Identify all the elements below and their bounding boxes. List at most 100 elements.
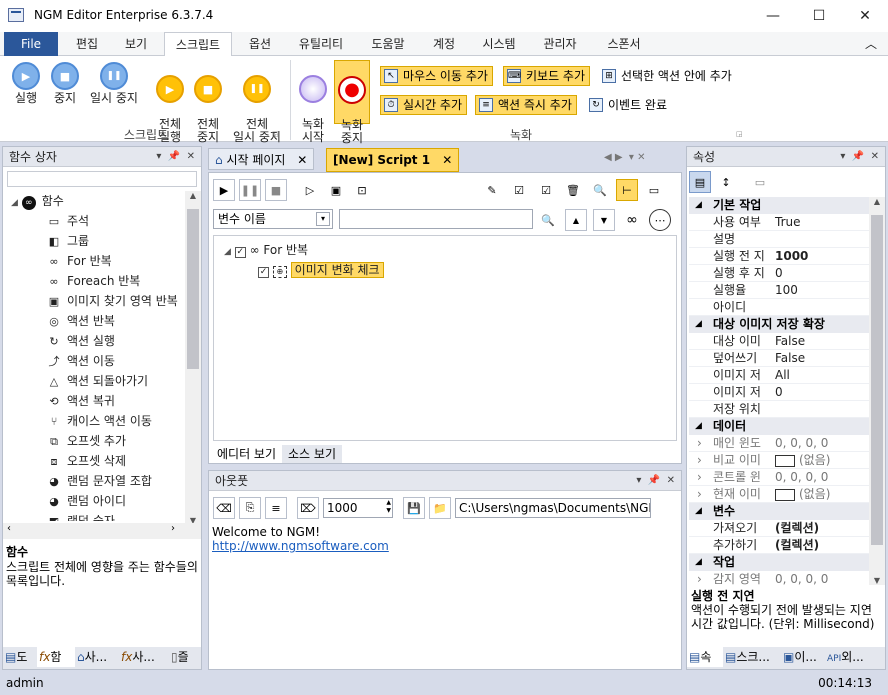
property-category[interactable]: ◢ 데이터 [689,418,869,435]
scroll-down-icon[interactable]: ▼ [869,576,885,585]
function-item[interactable]: ⤴ 액션 이동 [3,351,185,371]
function-item[interactable]: ◎ 액션 반복 [3,311,185,331]
property-value[interactable]: (없음) [775,486,830,503]
property-value[interactable]: 0, 0, 0, 0 [775,435,828,452]
play-box-icon[interactable]: ▣ [325,179,347,201]
panel-controls[interactable]: ▾ 📌 ✕ [156,147,195,167]
tab-source-view[interactable]: 소스 보기 [282,445,342,463]
property-value[interactable]: False [775,350,805,367]
property-row[interactable]: 실행 후 지 0 [689,265,869,282]
add-action-now-button[interactable]: ≡ 액션 즉시 추가 [475,95,577,115]
add-realtime-button[interactable]: ⏱ 실시간 추가 [380,95,468,115]
function-item[interactable]: △ 액션 되돌아가기 [3,371,185,391]
function-item[interactable]: ▣ 이미지 찾기 영역 반복 [3,291,185,311]
pause-icon[interactable]: ❚❚ [239,179,261,201]
property-value[interactable]: 0 [775,384,783,401]
stop-icon[interactable]: ■ [265,179,287,201]
add-inside-action-button[interactable]: ⊞ 선택한 액션 안에 추가 [598,66,737,86]
step-icon[interactable]: ▷ [299,179,321,201]
property-row[interactable]: 사용 여부 True [689,214,869,231]
property-category[interactable]: ◢ 변수 [689,503,869,520]
property-row[interactable]: › 비교 이미 (없음) [689,452,869,469]
property-value[interactable]: (컬렉션) [775,537,819,554]
menu-options[interactable]: 옵션 [238,32,282,56]
vertical-scrollbar[interactable]: ▲ ▼ [869,197,885,585]
tab-script-1[interactable]: [New] Script 1 ✕ [326,148,460,172]
property-value[interactable]: 1000 [775,248,808,265]
property-value[interactable]: (없음) [775,452,830,469]
dialog-launcher-icon[interactable]: ◲ [736,130,743,138]
property-row[interactable]: 이미지 저 0 [689,384,869,401]
expand-icon[interactable]: › [697,486,702,503]
scroll-left-icon[interactable]: ‹ [7,523,11,534]
menu-help[interactable]: 도움말 [360,32,416,56]
tab-toolbox[interactable]: ▤도 [3,647,37,667]
collapse-ribbon-icon[interactable]: ︿ [860,32,882,56]
property-row[interactable]: › 콘트롤 윈 0, 0, 0, 0 [689,469,869,486]
tab-properties[interactable]: ▤속 [687,647,723,667]
record-stop-button[interactable]: ● 녹화 중지 [334,60,370,145]
tab-nav-icons[interactable]: ◀ ▶ ▾ ✕ [604,152,646,163]
function-item[interactable]: ↻ 액션 실행 [3,331,185,351]
chevron-down-icon[interactable]: ▾ [316,212,330,226]
menu-edit[interactable]: 편집 [64,32,110,56]
search-icon[interactable]: 🔍 [537,209,559,231]
property-value[interactable]: 0, 0, 0, 0 [775,571,828,585]
collapse-icon[interactable]: ◢ [695,316,702,333]
property-category[interactable]: ◢ 대상 이미지 저장 확장 [689,316,869,333]
function-item[interactable]: ∞ Foreach 반복 [3,271,185,291]
property-value[interactable]: False [775,333,805,350]
property-row[interactable]: › 현재 이미 (없음) [689,486,869,503]
menu-file[interactable]: File [4,32,58,56]
move-up-icon[interactable]: ▲ [565,209,587,231]
close-tab-icon[interactable]: ✕ [297,153,307,167]
collapse-icon[interactable]: ◢ [695,418,702,435]
event-complete-button[interactable]: ↻ 이벤트 완료 [585,95,672,115]
horizontal-scrollbar[interactable]: ‹ › [3,523,201,539]
menu-admin[interactable]: 관리자 [532,32,588,56]
function-item[interactable]: ⧉ 오프셋 추가 [3,431,185,451]
add-mouse-move-button[interactable]: ↖ 마우스 이동 추가 [380,66,493,86]
tab-script[interactable]: ▤스크... [723,647,781,667]
property-row[interactable]: 설명 [689,231,869,248]
menu-view[interactable]: 보기 [114,32,158,56]
stop-button[interactable]: ■ 중지 [48,62,82,105]
website-link[interactable]: http://www.ngmsoftware.com [212,539,678,553]
property-row[interactable]: 가져오기 (컬렉션) [689,520,869,537]
scroll-right-icon[interactable]: › [171,523,175,534]
property-value[interactable]: True [775,214,801,231]
checkbox-icon[interactable]: ✓ [258,267,269,278]
check-icon[interactable]: ☑ [535,179,557,201]
tab-functions[interactable]: fx함 [37,647,75,667]
script-node-for[interactable]: ◢ ✓ ∞ For 반복 [224,240,308,260]
move-down-icon[interactable]: ▼ [593,209,615,231]
tab-image[interactable]: ▣이... [781,647,825,667]
tab-user-functions[interactable]: fx사... [119,647,169,667]
vertical-scrollbar[interactable]: ▲ ▼ [185,191,201,525]
folder-icon[interactable]: 📁 [429,497,451,519]
function-item[interactable]: ◩ 랜덤 숫자 [3,511,185,521]
menu-sponsor[interactable]: 스폰서 [596,32,652,56]
monitor-icon[interactable]: ▭ [643,179,665,201]
property-value[interactable]: 0, 0, 0, 0 [775,469,828,486]
variable-select[interactable]: 변수 이름 ▾ [213,209,333,229]
menu-account[interactable]: 계정 [422,32,466,56]
add-keyboard-button[interactable]: ⌨ 키보드 추가 [503,66,591,86]
minimize-button[interactable]: — [750,0,796,32]
scroll-up-icon[interactable]: ▲ [185,191,201,200]
menu-utility[interactable]: 유틸리티 [288,32,354,56]
property-row[interactable]: 저장 위치 [689,401,869,418]
tab-start-page[interactable]: ⌂ 시작 페이지 ✕ [208,148,315,170]
property-row[interactable]: › 감지 영역 0, 0, 0, 0 [689,571,869,585]
property-value[interactable]: 100 [775,282,798,299]
tree-view-icon[interactable]: ⊢ [616,179,638,201]
sort-alpha-icon[interactable]: ↕ [715,171,737,193]
function-item[interactable]: ◕ 랜덤 아이디 [3,491,185,511]
infinity-icon[interactable]: ∞ [621,209,643,231]
pause-button[interactable]: ❚❚ 일시 중지 [86,62,142,105]
line-count-stepper[interactable]: 1000 ▲ ▼ [323,498,393,518]
maximize-button[interactable]: ☐ [796,0,842,32]
property-row[interactable]: 실행율 100 [689,282,869,299]
checkbox-icon[interactable]: ✓ [234,247,246,258]
function-search-input[interactable] [7,171,197,187]
